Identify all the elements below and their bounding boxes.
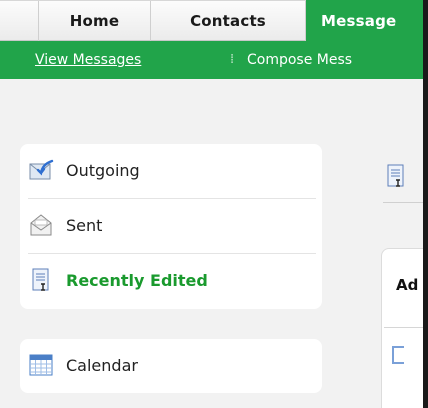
nav-item-label: Sent: [66, 216, 103, 235]
nav-item-label: Calendar: [66, 356, 138, 375]
nav-item-outgoing[interactable]: Outgoing: [20, 144, 322, 198]
document-icon: [28, 267, 54, 293]
document-icon: [383, 163, 409, 189]
nav-item-label: Outgoing: [66, 161, 140, 180]
app-window: Home Contacts Message View Messages ⁞ Co…: [0, 0, 428, 408]
nav-item-recently-edited[interactable]: Recently Edited: [20, 254, 322, 308]
content-panel-heading: Ad: [396, 276, 419, 294]
nav-item-label: Recently Edited: [66, 271, 208, 290]
tab-contacts[interactable]: Contacts: [151, 1, 306, 41]
checkbox[interactable]: [392, 346, 404, 364]
calendar-panel: Calendar: [20, 339, 322, 393]
compose-message-link[interactable]: Compose Mess: [247, 41, 352, 79]
view-messages-link[interactable]: View Messages: [35, 41, 141, 79]
tab-home[interactable]: Home: [38, 1, 151, 41]
content-divider: [384, 327, 428, 328]
nav-item-calendar[interactable]: Calendar: [20, 339, 322, 393]
calendar-icon: [28, 352, 54, 378]
messages-subnav: View Messages ⁞ Compose Mess: [0, 41, 428, 79]
subnav-separator: ⁞: [230, 52, 235, 67]
window-edge: [423, 0, 428, 408]
content-divider: [383, 202, 428, 203]
main-tab-bar: Home Contacts Message: [0, 0, 428, 42]
tab-messages[interactable]: Message: [306, 0, 428, 42]
message-folders-panel: Outgoing Sent Recently Edited: [20, 144, 322, 309]
outgoing-icon: [28, 157, 54, 183]
envelope-icon: [28, 212, 54, 238]
nav-item-sent[interactable]: Sent: [20, 199, 322, 253]
